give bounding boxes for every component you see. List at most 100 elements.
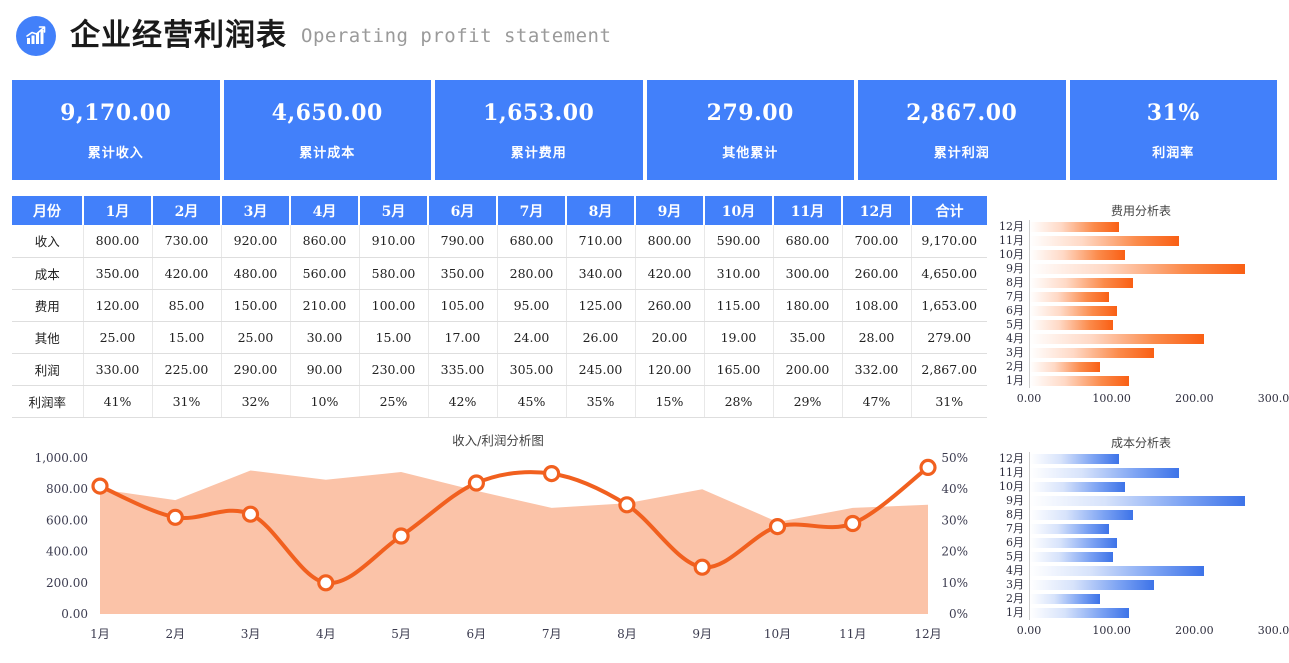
bar-category-label: 9月 [1006, 494, 1024, 507]
bar-fill[interactable] [1030, 362, 1101, 372]
table-header-cell[interactable]: 8月 [566, 196, 636, 225]
table-cell: 210.00 [290, 289, 360, 322]
data-point-marker[interactable] [317, 574, 335, 592]
bar-fill[interactable] [1030, 552, 1113, 562]
table-header-cell[interactable]: 12月 [842, 196, 912, 225]
table-cell: 680.00 [497, 225, 567, 258]
bar-fill[interactable] [1030, 334, 1204, 344]
bar-category-label: 7月 [1006, 290, 1024, 303]
kpi-card-profit-rate[interactable]: 31% 利润率 [1069, 80, 1277, 180]
table-cell: 710.00 [566, 225, 636, 258]
bar-fill[interactable] [1030, 292, 1109, 302]
bar-track [1029, 494, 1277, 508]
bar-fill[interactable] [1030, 320, 1113, 330]
table-cell: 108.00 [842, 289, 912, 322]
bar-fill[interactable] [1030, 524, 1109, 534]
bar-fill[interactable] [1030, 482, 1126, 492]
bar-category-label: 6月 [1006, 304, 1024, 317]
bar-category-label: 3月 [1006, 346, 1024, 359]
data-point-marker[interactable] [919, 458, 937, 477]
cost-bars-body: 12月 11月 10月 9月 8月 7月 6月 5月 4月 3月 2月 1月 [995, 452, 1287, 620]
kpi-value: 31% [1146, 99, 1200, 126]
kpi-label: 累计利润 [933, 145, 990, 161]
data-point-marker[interactable] [844, 514, 862, 533]
table-cell: 24.00 [497, 321, 567, 354]
table-cell: 19.00 [704, 321, 774, 354]
bar-fill[interactable] [1030, 566, 1204, 576]
kpi-card-total-cost[interactable]: 4,650.00 累计成本 [223, 80, 431, 180]
left-axis-tick-label: 800.00 [46, 482, 88, 496]
kpi-card-total-revenue[interactable]: 9,170.00 累计收入 [12, 80, 220, 180]
bar-category-label: 4月 [1006, 564, 1024, 577]
data-point-marker[interactable] [392, 527, 410, 545]
cost-analysis-chart[interactable]: 成本分析表 12月 11月 10月 9月 8月 7月 6月 5月 4月 3月 2月 1月 0.00 10… [995, 428, 1289, 660]
bar-row: 7月 [995, 290, 1287, 304]
table-header-cell[interactable]: 7月 [497, 196, 567, 225]
bar-row: 9月 [995, 494, 1287, 508]
bar-track [1029, 578, 1277, 592]
kpi-label: 累计成本 [299, 145, 356, 161]
bar-row: 4月 [995, 332, 1287, 346]
table-cell: 35.00 [773, 321, 843, 354]
bar-fill[interactable] [1030, 496, 1245, 506]
table-header-cell[interactable]: 3月 [221, 196, 291, 225]
data-point-marker[interactable] [768, 517, 787, 536]
data-point-marker[interactable] [693, 558, 711, 576]
table-cell-total: 279.00 [911, 321, 987, 354]
kpi-card-total-other[interactable]: 279.00 其他累计 [646, 80, 854, 180]
table-header-cell[interactable]: 2月 [152, 196, 222, 225]
data-point-marker[interactable] [241, 505, 260, 523]
table-cell: 800.00 [83, 225, 153, 258]
data-point-marker[interactable] [166, 508, 184, 526]
kpi-card-total-profit[interactable]: 2,867.00 累计利润 [858, 80, 1066, 180]
data-point-marker[interactable] [542, 464, 561, 483]
axis-tick-label: 200.00 [1175, 392, 1214, 405]
bar-fill[interactable] [1030, 454, 1120, 464]
table-header-cell[interactable]: 9月 [635, 196, 705, 225]
bar-category-label: 8月 [1006, 508, 1024, 521]
table-cell: 700.00 [842, 225, 912, 258]
table-cell-total: 31% [911, 385, 987, 418]
bar-row: 10月 [995, 480, 1287, 494]
bar-row: 5月 [995, 550, 1287, 564]
table-header-cell[interactable]: 11月 [773, 196, 843, 225]
table-header-cell[interactable]: 10月 [704, 196, 774, 225]
kpi-card-total-expense[interactable]: 1,653.00 累计费用 [435, 80, 643, 180]
table-header-cell[interactable]: 4月 [290, 196, 360, 225]
bar-row: 6月 [995, 304, 1287, 318]
bar-fill[interactable] [1030, 264, 1245, 274]
table-row: 利润 330.00 225.00 290.00 90.00 230.00 335… [12, 353, 987, 386]
data-point-marker[interactable] [618, 496, 636, 514]
bar-fill[interactable] [1030, 348, 1154, 358]
table-header-cell[interactable]: 合计 [911, 196, 987, 225]
table-cell: 225.00 [152, 353, 222, 386]
table-header-cell[interactable]: 5月 [359, 196, 429, 225]
bar-fill[interactable] [1030, 510, 1134, 520]
table-header-cell[interactable]: 月份 [12, 196, 84, 225]
expense-analysis-chart[interactable]: 费用分析表 12月 11月 10月 9月 8月 7月 6月 5月 4月 3月 2月 1月 0.00 10… [995, 196, 1289, 418]
bar-fill[interactable] [1030, 594, 1101, 604]
bar-fill[interactable] [1030, 468, 1179, 478]
bar-fill[interactable] [1030, 376, 1130, 386]
table-header-cell[interactable]: 6月 [428, 196, 498, 225]
bar-fill[interactable] [1030, 250, 1126, 260]
kpi-label: 其他累计 [722, 145, 779, 161]
table-cell: 105.00 [428, 289, 498, 322]
table-cell: 245.00 [566, 353, 636, 386]
bar-fill[interactable] [1030, 222, 1120, 232]
bar-fill[interactable] [1030, 306, 1117, 316]
bar-fill[interactable] [1030, 538, 1117, 548]
table-cell: 31% [152, 385, 222, 418]
bar-fill[interactable] [1030, 236, 1179, 246]
axis-tick-label: 100.00 [1092, 392, 1131, 405]
revenue-profit-chart[interactable]: 收入/利润分析图 0.00 200.00 400.00 600.00 800.00 1,0… [8, 428, 988, 660]
bar-fill[interactable] [1030, 580, 1154, 590]
table-row: 利润率 41% 31% 32% 10% 25% 42% 45% 35% 15% … [12, 385, 987, 418]
bar-fill[interactable] [1030, 608, 1130, 618]
table-header-cell[interactable]: 1月 [83, 196, 153, 225]
bar-fill[interactable] [1030, 278, 1134, 288]
data-point-marker[interactable] [467, 474, 485, 492]
table-cell: 28.00 [842, 321, 912, 354]
data-point-marker[interactable] [91, 477, 109, 495]
bar-category-label: 5月 [1006, 318, 1024, 331]
